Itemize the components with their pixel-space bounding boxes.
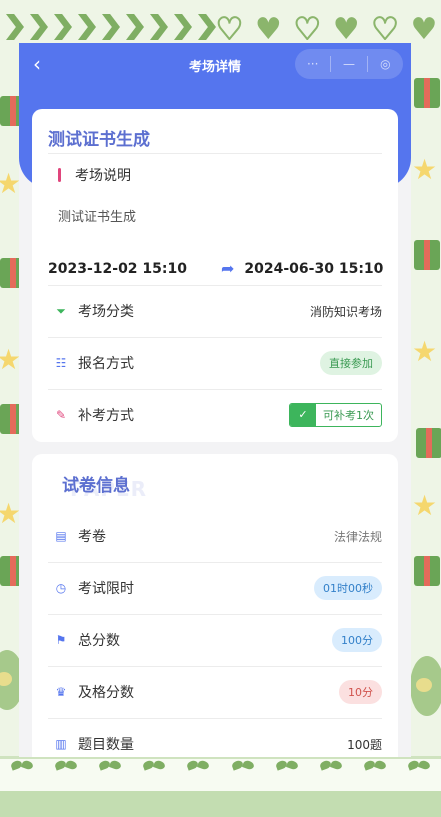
list-icon: ☷ [55, 356, 67, 370]
sprout-icon [55, 761, 77, 787]
start-time: 2023-12-02 15:10 [48, 260, 187, 277]
time-limit-badge: 01时00秒 [314, 576, 382, 600]
divider [48, 562, 382, 563]
paper-row-pass-score: ♛ 及格分数 10分 [48, 672, 382, 712]
app-screen: ‹ 考场详情 ··· — ◎ 测试证书生成 考场说明 测试证书生成 2023-1… [19, 43, 411, 757]
divider [48, 153, 382, 154]
star-icon: ★ [0, 167, 22, 200]
gift-icon [414, 240, 440, 270]
hills-decoration [0, 791, 441, 817]
divider [48, 337, 382, 338]
sprout-icon [99, 761, 121, 787]
row-value: 100题 [347, 737, 382, 752]
paper-info-card: PAPER 试卷信息 ▤ 考卷 法律法规 ◷ 考试限时 01时00秒 ⚑ 总分数… [32, 454, 398, 757]
barcode-icon: ▥ [55, 737, 67, 751]
document-icon: ▤ [55, 529, 67, 543]
divider [48, 666, 382, 667]
exam-name: 测试证书生成 [48, 130, 150, 150]
sprout-icon [11, 761, 33, 787]
section-header: 考场说明 [48, 165, 131, 185]
row-value: 法律法规 [333, 529, 382, 544]
gift-icon [416, 428, 441, 458]
check-icon: ✓ [290, 404, 316, 426]
row-label: 考试限时 [78, 581, 134, 597]
exam-description: 测试证书生成 [58, 210, 137, 225]
minimize-button[interactable]: — [331, 57, 366, 71]
arrow-right-icon: ➦ [221, 259, 235, 278]
divider [48, 718, 382, 719]
gift-icon [414, 556, 440, 586]
star-icon: ★ [412, 489, 438, 522]
retake-label: 可补考1次 [323, 409, 374, 422]
close-button[interactable]: ◎ [368, 57, 403, 71]
sprout-icon [276, 761, 298, 787]
signup-badge: 直接参加 [320, 351, 382, 375]
divider [48, 389, 382, 390]
exam-date-range: 2023-12-02 15:10 ➦ 2024-06-30 15:10 [48, 259, 388, 278]
divider [48, 614, 382, 615]
sprout-icon [320, 761, 342, 787]
clock-icon: ◷ [55, 581, 67, 595]
end-time: 2024-06-30 15:10 [244, 260, 384, 277]
heart-border: ♥ ♥ ♥ ♥ ♥ ♥ [215, 12, 438, 47]
sprout-icon [187, 761, 209, 787]
star-icon: ★ [0, 343, 22, 376]
row-label: 补考方式 [78, 408, 134, 424]
row-label: 考场分类 [78, 304, 134, 320]
row-label: 及格分数 [78, 685, 134, 701]
gift-icon [414, 78, 440, 108]
paper-section-title: 试卷信息 [62, 476, 130, 496]
star-icon: ★ [412, 153, 438, 186]
paper-row-total-score: ⚑ 总分数 100分 [48, 620, 382, 660]
sprout-row [0, 761, 441, 787]
exam-row-category: ⏷ 考场分类 消防知识考场 [48, 291, 382, 331]
sprout-icon [143, 761, 165, 787]
star-icon: ★ [412, 335, 438, 368]
more-button[interactable]: ··· [295, 57, 330, 71]
row-label: 题目数量 [78, 737, 134, 753]
mini-program-capsule: ··· — ◎ [295, 49, 403, 79]
trophy-icon: ♛ [55, 685, 67, 699]
section-label: 考场说明 [75, 168, 131, 184]
sprout-icon [408, 761, 430, 787]
divider [48, 285, 382, 286]
section-marker [58, 168, 61, 182]
nav-bar: ‹ 考场详情 ··· — ◎ [19, 43, 411, 85]
row-value: 消防知识考场 [309, 304, 382, 319]
row-label: 报名方式 [78, 356, 134, 372]
pencil-icon: ✎ [55, 408, 67, 422]
filter-icon: ⏷ [56, 303, 66, 318]
pass-score-badge: 10分 [339, 680, 382, 704]
star-icon: ★ [0, 497, 22, 530]
paper-row-question-count: ▥ 题目数量 100题 [48, 724, 382, 757]
paper-row-time-limit: ◷ 考试限时 01时00秒 [48, 568, 382, 608]
chevron-border [6, 14, 216, 40]
exam-row-signup: ☷ 报名方式 直接参加 [48, 343, 382, 383]
bean-character-icon [410, 656, 441, 716]
row-label: 总分数 [78, 633, 120, 649]
exam-info-card: 测试证书生成 考场说明 测试证书生成 2023-12-02 15:10 ➦ 20… [32, 109, 398, 442]
total-score-badge: 100分 [332, 628, 382, 652]
row-label: 考卷 [78, 529, 106, 545]
exam-row-retake: ✎ 补考方式 ✓ 可补考1次 [48, 395, 382, 435]
sprout-icon [364, 761, 386, 787]
paper-row-exam: ▤ 考卷 法律法规 [48, 516, 382, 556]
sprout-icon [232, 761, 254, 787]
retake-checkbox[interactable]: ✓ 可补考1次 [289, 403, 382, 427]
flag-icon: ⚑ [55, 633, 67, 647]
